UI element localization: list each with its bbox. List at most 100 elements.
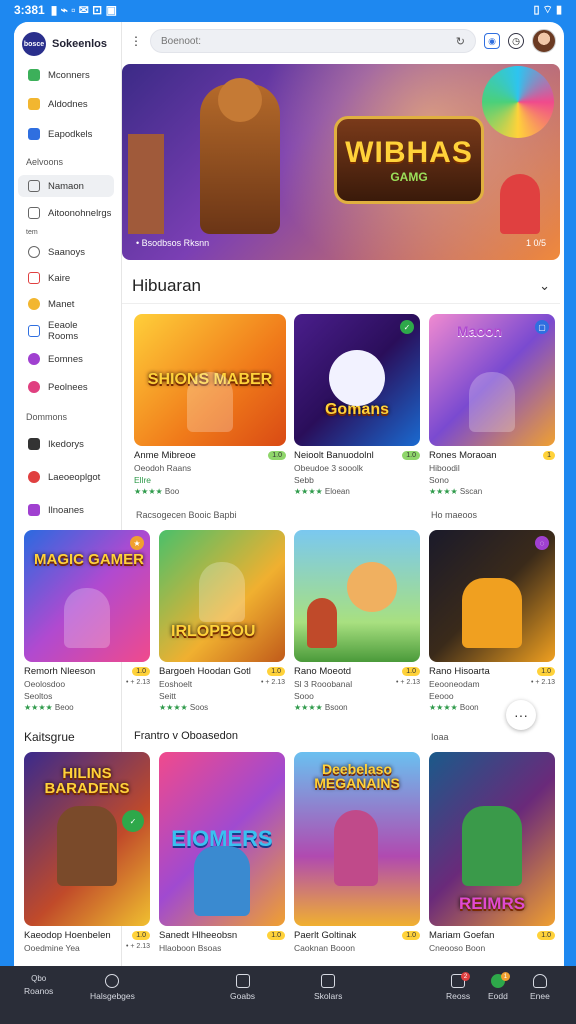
star-icon [28, 98, 40, 110]
home-icon: Qbo [31, 974, 47, 983]
rating-stars: ★★★★ Eloean [294, 487, 350, 496]
game-thumbnail[interactable]: HILINS BARADENS ✓ [24, 752, 150, 926]
nav-eodd[interactable]: 1 Eodd [488, 972, 510, 1001]
sidebar-item-aldodnes[interactable]: Aldodnes [18, 93, 114, 115]
notification-badge: 1 [500, 972, 510, 981]
game-card[interactable]: ◌ Rano Hisoarta 1.0 Eeooneodam • + 2.13 Ee… [429, 530, 555, 712]
chevron-down-icon[interactable]: ⌄ [539, 278, 550, 294]
top-bar: ⋮ ↻ ◉ ◷ [122, 22, 564, 60]
character-illustration [462, 578, 522, 648]
character-illustration [347, 562, 397, 612]
filter-label[interactable]: Frantro v Oboasedon [134, 730, 238, 742]
sidebar-section-label: Dommons [26, 412, 68, 422]
person-icon [532, 974, 547, 988]
sidebar-item-manet[interactable]: Manet [18, 293, 114, 315]
clock-icon[interactable]: ◷ [508, 33, 524, 49]
game-icon [28, 353, 40, 365]
nav-home[interactable]: Qbo Roanos [24, 974, 53, 996]
sidebar-item-eomnes[interactable]: Eomnes [18, 348, 114, 370]
category-label[interactable]: Kaitsgrue [24, 730, 75, 744]
game-thumbnail[interactable]: IRLOPBOU [159, 530, 285, 662]
status-bar: 3:381 ▮ ⌁ ▫ ✉ ⊡ ▣ ▯ ⌔ ▮ [0, 0, 576, 20]
game-art-title: MAGIC GAMER [34, 551, 144, 568]
game-thumbnail[interactable]: ◌ [429, 530, 555, 662]
game-thumbnail[interactable]: EIOMERS [159, 752, 285, 926]
game-thumbnail[interactable]: Deebelaso MEGANAINS [294, 752, 420, 926]
game-art-title: REIMRS [458, 894, 526, 913]
game-card[interactable]: IRLOPBOU Bargoeh Hoodan Gotl 1.0 Eoshoelt… [159, 530, 285, 712]
refresh-icon[interactable]: ↻ [456, 35, 465, 48]
game-card[interactable]: Deebelaso MEGANAINS Paerlt Goltinak 1.0 C… [294, 752, 420, 953]
game-category: Ellre [134, 475, 152, 485]
notification-badge: 2 [461, 972, 471, 981]
nav-games[interactable]: Goabs [230, 974, 255, 1001]
sidebar-item-peolnees[interactable]: Peolnees [18, 376, 114, 398]
brand[interactable]: bosce Sokeenlos [14, 26, 121, 62]
nav-profile[interactable]: Enee [530, 974, 550, 1001]
avatar[interactable] [532, 29, 556, 53]
flower-icon [28, 298, 40, 310]
game-size: • + 2.13 [260, 679, 285, 686]
game-publisher: Oeodoh Raans [134, 463, 192, 473]
game-thumbnail[interactable]: SHIONS MABER [134, 314, 286, 446]
game-publisher: Eoshoelt [159, 679, 193, 689]
hero-banner[interactable]: WIBHAS GAMG • Bsodbsos Rksnn 1 0/5 [122, 64, 560, 260]
brand-name: Sokeenlos [52, 38, 108, 50]
search-input[interactable] [161, 35, 456, 47]
game-card[interactable]: REIMRS Mariam Goefan 1.0 Cneooso Boon [429, 752, 555, 953]
game-thumbnail[interactable] [294, 530, 420, 662]
system-icons: ▯ ⌔ ▮ [533, 4, 562, 16]
game-thumbnail[interactable]: REIMRS [429, 752, 555, 926]
version-badge: 1.0 [402, 667, 420, 676]
game-card[interactable]: Gomans ✓ Neioolt Banuodolnl 1.0 Obeudoe 3… [294, 314, 420, 496]
sidebar-item-aitoonohnelrgs[interactable]: Aitoonohnelrgs [18, 202, 114, 224]
sidebar-item-eeaole-rooms[interactable]: Eeaole Rooms [18, 320, 114, 342]
game-card[interactable]: Rano Moeotd 1.0 Sl 3 Rooobanal • + 2.13 So… [294, 530, 420, 712]
sidebar-item-kaire[interactable]: Kaire [18, 267, 114, 289]
sidebar-item-laeoeoplgot[interactable]: Laeoeoplgot [18, 466, 114, 488]
version-badge: 1.0 [132, 931, 150, 940]
game-title: Anme Mibreoe [134, 450, 196, 461]
game-publisher: Caoknan Booon [294, 943, 355, 953]
game-card[interactable]: EIOMERS Sanedt Hlheeobsn 1.0 Hlaoboon Bso… [159, 752, 285, 953]
sidebar-section-label: Aelvoons [26, 157, 64, 167]
sidebar-item-ilnoanes[interactable]: Ilnoanes [18, 499, 114, 521]
game-thumbnail[interactable]: Gomans ✓ [294, 314, 420, 446]
character-illustration [462, 806, 522, 886]
game-card[interactable]: Maoon ▢ Rones Moraoan 1 Hiboodil Sono ★★★… [429, 314, 555, 496]
bear-character [200, 78, 280, 234]
game-card[interactable]: SHIONS MABER Anme Mibreoe 1.0 Oeodoh Raan… [134, 314, 286, 496]
game-art-title: IRLOPBOU [171, 623, 256, 640]
chat-icon: ◌ [535, 536, 549, 550]
book-icon [28, 325, 40, 337]
hero-caption: • Bsodbsos Rksnn [136, 238, 210, 248]
rating-stars: ★★★★ Boon [429, 703, 479, 712]
shield-icon[interactable]: ◉ [484, 33, 500, 49]
more-options-button[interactable]: ··· [506, 700, 536, 730]
game-size: • + 2.13 [395, 679, 420, 686]
section-header[interactable]: Hibuaran ⌄ [122, 268, 560, 304]
game-category: Seoltos [24, 691, 53, 701]
hero-logo: WIBHAS GAMG [334, 116, 484, 204]
layers-icon [28, 504, 40, 516]
game-card[interactable]: MAGIC GAMER ★ Remorh Nleeson 1.0 Oeolosdo… [24, 530, 150, 712]
game-thumbnail[interactable]: MAGIC GAMER ★ [24, 530, 150, 662]
sidebar-item-mconners[interactable]: Mconners [18, 64, 114, 86]
game-thumbnail[interactable]: Maoon ▢ [429, 314, 555, 446]
version-badge: 1.0 [267, 667, 285, 676]
nav-scholars[interactable]: Skolars [314, 974, 342, 1001]
search-bar[interactable]: ↻ [150, 29, 476, 53]
bottom-navigation: Qbo Roanos Halsgebges Goabs Skolars 2 Reos… [0, 966, 576, 1024]
nav-reoss[interactable]: 2 Reoss [446, 972, 471, 1001]
kebab-icon[interactable]: ⋮ [130, 34, 142, 48]
nav-categories[interactable]: Halsgebges [90, 974, 135, 1001]
sidebar-item-namaon[interactable]: Namaon [18, 175, 114, 197]
character-illustration [469, 372, 515, 432]
game-card[interactable]: HILINS BARADENS ✓ Kaeodop Hoenbelen 1.0 O… [24, 752, 150, 953]
sidebar-item-saanoys[interactable]: Saanoys [18, 241, 114, 263]
sidebar-item-eapodkels[interactable]: Eapodkels [18, 123, 114, 145]
game-title: Rano Moeotd [294, 666, 352, 677]
sidebar-item-ikedorys[interactable]: Ikedorys [18, 433, 114, 455]
people-icon [28, 471, 40, 483]
game-title: Bargoeh Hoodan Gotl [159, 666, 251, 677]
